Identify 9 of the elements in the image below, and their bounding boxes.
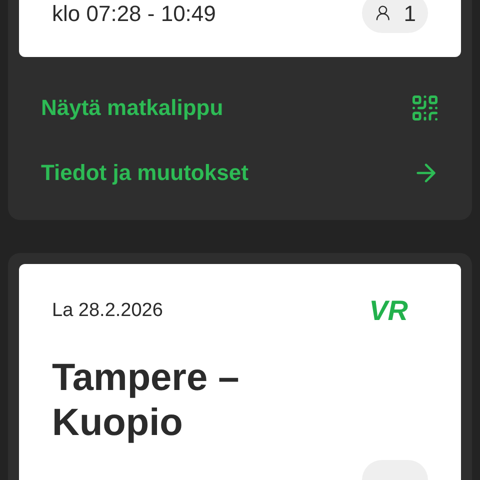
time-range: klo 07:28 - 10:49	[52, 0, 216, 28]
person-icon	[374, 3, 392, 23]
passenger-count-chip: 1	[362, 0, 428, 33]
qr-code-icon	[410, 92, 440, 122]
action-link[interactable]: Tiedot ja muutokset	[8, 140, 472, 205]
logo: VR	[369, 297, 408, 325]
route-title: Tampere – Kuopio	[52, 356, 240, 446]
action-link[interactable]: Näytä matkalippu	[8, 75, 472, 140]
trip-date: La 28.2.2026	[52, 298, 163, 323]
